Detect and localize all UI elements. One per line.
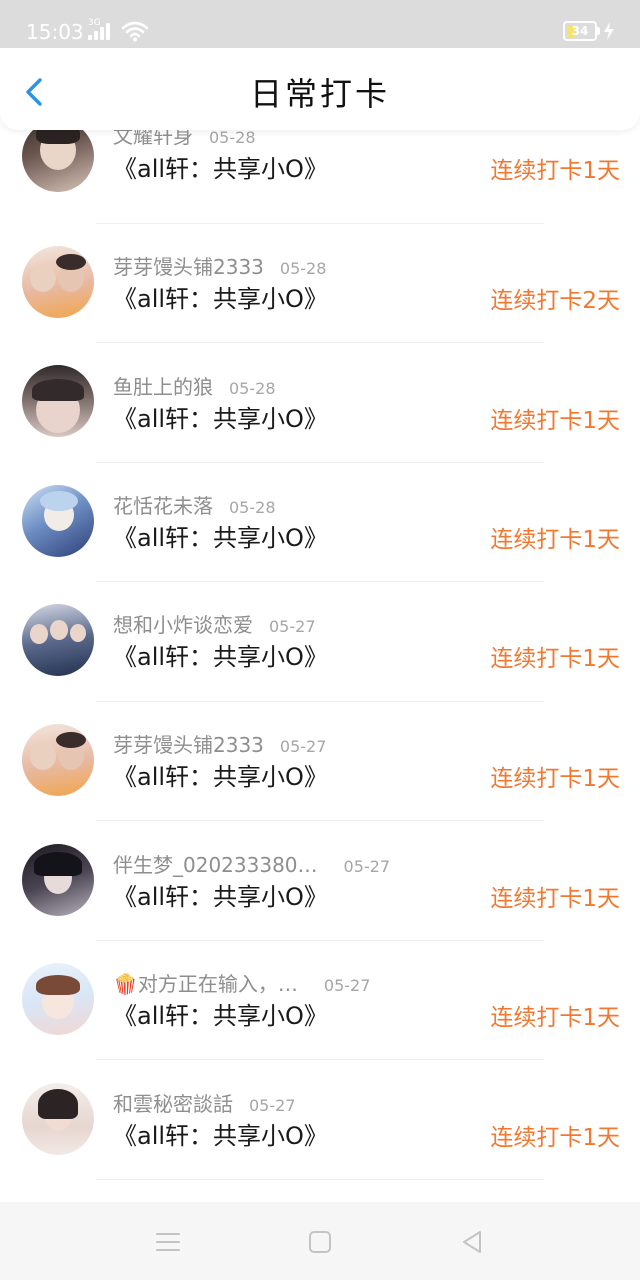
checkin-date: 05-27	[249, 1096, 296, 1115]
checkin-date: 05-27	[269, 617, 316, 636]
checkin-date: 05-27	[343, 857, 391, 876]
book-title[interactable]: 《all轩：共享小O》	[113, 882, 328, 912]
divider	[96, 701, 544, 702]
wifi-icon	[122, 21, 148, 42]
checkin-date: 05-27	[279, 737, 327, 756]
entry-header: 伴生梦_020233380… 05-27	[113, 852, 390, 880]
entry-header: 芽芽馒头铺2333 05-27	[113, 732, 326, 760]
book-title[interactable]: 《all轩：共享小O》	[113, 154, 328, 184]
avatar[interactable]	[22, 844, 94, 916]
back-triangle-icon[interactable]	[458, 1228, 486, 1256]
avatar[interactable]	[22, 1083, 94, 1155]
divider	[96, 581, 544, 582]
book-title[interactable]: 《all轩：共享小O》	[113, 523, 328, 553]
list-item[interactable]: 想和小炸谈恋爱 05-27 《all轩：共享小O》 连续打卡1天	[0, 598, 640, 718]
streak-label: 连续打卡1天	[490, 886, 620, 912]
user-name[interactable]: 文耀轩身	[113, 130, 193, 148]
checkin-date: 05-28	[209, 130, 256, 147]
divider	[96, 940, 544, 941]
entry-header: 鱼肚上的狼 05-28	[113, 374, 276, 402]
divider	[96, 1059, 544, 1060]
book-title[interactable]: 《all轩：共享小O》	[113, 1001, 328, 1031]
streak-label: 连续打卡1天	[490, 1125, 620, 1151]
charging-icon	[604, 22, 614, 40]
divider	[96, 342, 544, 343]
status-bar: 15:03 3G 34	[0, 0, 640, 48]
divider	[96, 462, 544, 463]
avatar[interactable]	[22, 963, 94, 1035]
book-title[interactable]: 《all轩：共享小O》	[113, 404, 328, 434]
user-name[interactable]: 和雲秘密談話	[113, 1092, 233, 1116]
checkin-date: 05-28	[229, 498, 276, 517]
streak-label: 连续打卡1天	[490, 1005, 620, 1031]
avatar[interactable]	[22, 130, 94, 192]
avatar[interactable]	[22, 365, 94, 437]
avatar[interactable]	[22, 485, 94, 557]
entry-header: 文耀轩身 05-28	[113, 130, 256, 151]
checkin-list[interactable]: 文耀轩身 05-28 《all轩：共享小O》 连续打卡1天 芽芽馒头铺2333 05…	[0, 130, 640, 1202]
system-nav-bar	[0, 1202, 640, 1280]
avatar[interactable]	[22, 604, 94, 676]
checkin-date: 05-28	[229, 379, 276, 398]
divider	[96, 223, 544, 224]
user-name[interactable]: 花恬花未落	[113, 494, 213, 518]
signal-icon	[88, 22, 114, 40]
divider	[96, 820, 544, 821]
streak-label: 连续打卡2天	[490, 288, 620, 314]
entry-header: 和雲秘密談話 05-27	[113, 1091, 296, 1119]
user-name[interactable]: 鱼肚上的狼	[113, 375, 213, 399]
user-name[interactable]: 芽芽馒头铺2333	[113, 733, 264, 757]
streak-label: 连续打卡1天	[490, 527, 620, 553]
streak-label: 连续打卡1天	[490, 408, 620, 434]
streak-label: 连续打卡1天	[490, 646, 620, 672]
entry-header: 花恬花未落 05-28	[113, 493, 276, 521]
book-title[interactable]: 《all轩：共享小O》	[113, 1121, 328, 1151]
user-name[interactable]: 伴生梦_020233380…	[113, 853, 318, 877]
status-time: 15:03	[26, 20, 84, 44]
entry-header: 🍿对方正在输入，… 05-27	[113, 971, 370, 999]
page-title: 日常打卡	[249, 75, 390, 113]
user-name[interactable]: 想和小炸谈恋爱	[113, 613, 253, 637]
checkin-date: 05-27	[323, 976, 371, 995]
home-square-icon[interactable]	[306, 1228, 334, 1256]
user-name[interactable]: 芽芽馒头铺2333	[113, 255, 264, 279]
book-title[interactable]: 《all轩：共享小O》	[113, 284, 328, 314]
checkin-date: 05-28	[279, 259, 327, 278]
battery-icon: 34	[563, 21, 597, 41]
menu-icon[interactable]	[154, 1228, 182, 1256]
streak-label: 连续打卡1天	[490, 158, 620, 184]
divider	[96, 1179, 544, 1180]
battery-level-text: 34	[571, 24, 589, 38]
header: 日常打卡	[0, 48, 640, 130]
book-title[interactable]: 《all轩：共享小O》	[113, 762, 328, 792]
avatar[interactable]	[22, 246, 94, 318]
avatar[interactable]	[22, 724, 94, 796]
user-name[interactable]: 🍿对方正在输入，…	[113, 972, 298, 996]
book-title[interactable]: 《all轩：共享小O》	[113, 642, 328, 672]
streak-label: 连续打卡1天	[490, 766, 620, 792]
entry-header: 想和小炸谈恋爱 05-27	[113, 612, 316, 640]
entry-header: 芽芽馒头铺2333 05-28	[113, 254, 326, 282]
battery-tip	[597, 27, 600, 35]
